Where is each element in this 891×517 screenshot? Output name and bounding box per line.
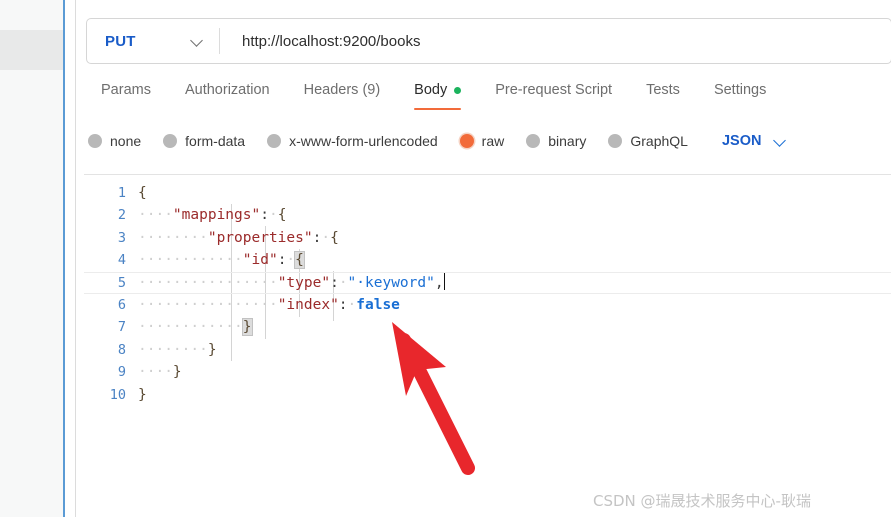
body-type-none[interactable]: none — [88, 133, 141, 149]
body-modified-dot-icon — [454, 86, 462, 94]
radio-binary-icon — [526, 134, 541, 148]
red-pointer-arrow — [392, 322, 475, 475]
left-sidebar — [0, 0, 63, 517]
body-type-raw[interactable]: raw — [459, 133, 505, 149]
method-label: PUT — [105, 32, 136, 50]
body-type-options: none form-data x-www-form-urlencoded raw… — [88, 129, 786, 153]
code-line-active: 5 ················"type":·"·keyword", — [84, 271, 891, 294]
line-text: { — [138, 185, 147, 201]
tab-tests[interactable]: Tests — [629, 80, 697, 110]
line-number: 4 — [117, 252, 126, 269]
tab-params[interactable]: Params — [84, 80, 168, 110]
sidebar-resize-divider[interactable] — [63, 0, 65, 517]
body-format-select[interactable]: JSON — [722, 133, 787, 149]
watermark-text: CSDN @瑞晟技术服务中心-耿瑞 — [593, 492, 811, 510]
line-text: ········"properties":·{ — [138, 229, 339, 246]
bracket-match-highlight: } — [241, 318, 253, 337]
tab-tests-label: Tests — [646, 82, 680, 98]
line-number: 5 — [117, 274, 126, 291]
tab-headers-label: Headers (9) — [303, 82, 381, 98]
body-format-label: JSON — [721, 133, 762, 149]
request-tabs: Params Authorization Headers (9) Body Pr… — [84, 80, 783, 116]
chevron-down-icon — [191, 35, 203, 47]
line-text: ················"type":·"·keyword", — [138, 272, 446, 291]
method-selector[interactable]: PUT — [87, 19, 219, 63]
tab-settings[interactable]: Settings — [697, 80, 783, 110]
line-number: 9 — [117, 364, 126, 381]
url-bar: PUT — [86, 18, 891, 64]
line-text: } — [138, 386, 147, 403]
line-text: ····} — [138, 364, 182, 381]
radio-none-icon — [88, 134, 102, 148]
tab-headers[interactable]: Headers (9) — [287, 80, 398, 110]
body-type-form-data[interactable]: form-data — [163, 133, 245, 149]
url-input[interactable] — [220, 32, 891, 50]
code-line: 2 ····"mappings":·{ — [84, 204, 891, 226]
code-line: 1 { — [84, 182, 891, 204]
body-type-graphql[interactable]: GraphQL — [608, 133, 688, 149]
tab-body-label: Body — [414, 82, 448, 98]
sidebar-selected-item[interactable] — [0, 30, 63, 70]
line-number: 6 — [117, 296, 126, 313]
body-type-binary-label: binary — [548, 133, 587, 149]
line-number: 10 — [109, 386, 126, 403]
tab-pre-request-script[interactable]: Pre-request Script — [478, 80, 629, 110]
app-window: PUT Params Authorization Headers (9) Bod… — [0, 0, 891, 517]
tab-authorization[interactable]: Authorization — [168, 80, 287, 110]
radio-graphql-icon — [608, 134, 623, 148]
radio-raw-selected-icon — [459, 134, 474, 148]
line-text: ················"index":·false — [138, 296, 400, 313]
bracket-match-highlight: { — [294, 251, 305, 270]
tab-authorization-label: Authorization — [184, 82, 270, 98]
body-type-raw-label: raw — [481, 133, 505, 149]
tab-pre-request-script-label: Pre-request Script — [495, 82, 613, 98]
code-line: 3 ········"properties":·{ — [84, 227, 891, 249]
line-number: 3 — [117, 229, 126, 246]
body-type-graphql-label: GraphQL — [630, 133, 688, 149]
line-text: ····"mappings":·{ — [138, 207, 287, 224]
tab-settings-label: Settings — [713, 82, 767, 98]
line-number: 1 — [117, 185, 126, 201]
body-type-urlencoded[interactable]: x-www-form-urlencoded — [267, 133, 438, 149]
body-type-none-label: none — [110, 133, 142, 149]
radio-urlencoded-icon — [267, 134, 282, 148]
chevron-down-icon — [774, 135, 786, 147]
active-tab-underline — [414, 108, 462, 110]
tab-body[interactable]: Body — [397, 80, 478, 110]
body-type-form-data-label: form-data — [185, 133, 246, 149]
line-text: ············} — [138, 318, 253, 337]
body-type-binary[interactable]: binary — [526, 133, 586, 149]
line-number: 2 — [117, 207, 126, 224]
line-text: ············"id":·{ — [138, 251, 305, 270]
code-line: 4 ············"id":·{ — [84, 249, 891, 271]
tab-params-label: Params — [101, 82, 151, 98]
body-type-urlencoded-label: x-www-form-urlencoded — [289, 133, 438, 149]
text-caret — [443, 272, 446, 290]
line-number: 8 — [117, 341, 126, 358]
line-number: 7 — [117, 319, 126, 336]
radio-form-data-icon — [163, 134, 178, 148]
line-text: ········} — [138, 341, 217, 358]
